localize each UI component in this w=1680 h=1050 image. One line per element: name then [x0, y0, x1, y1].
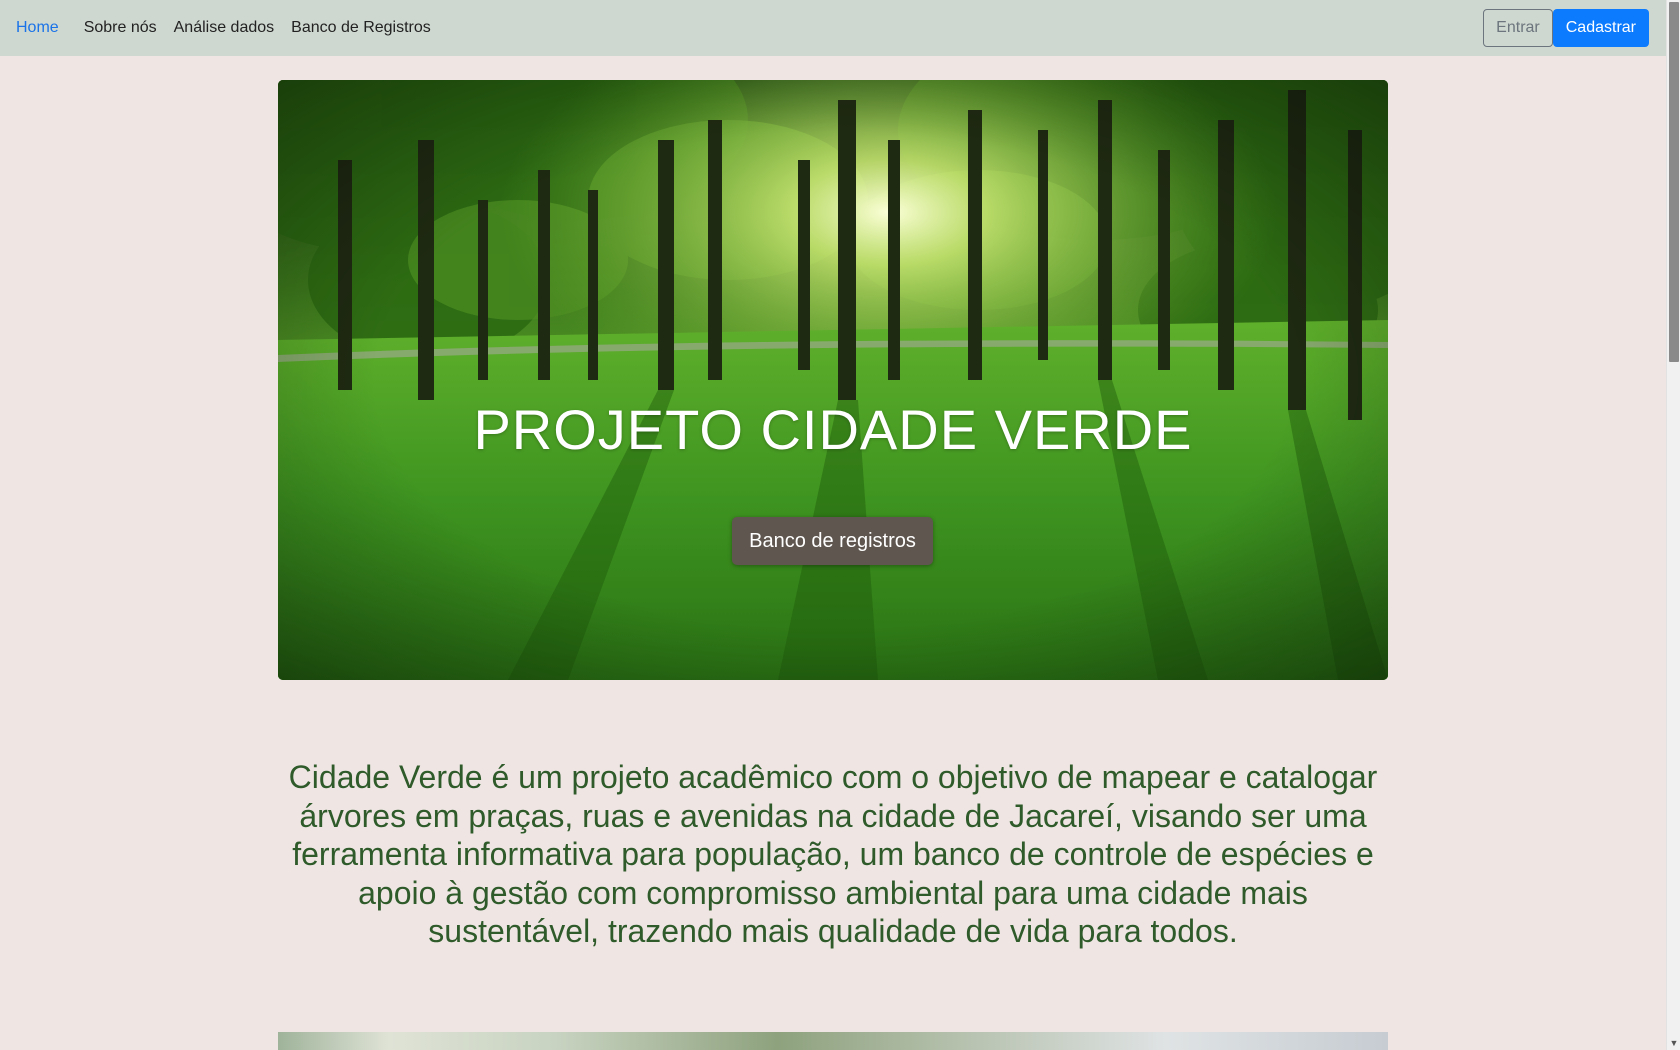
- nav-link-home[interactable]: Home: [16, 19, 59, 37]
- hero-banco-de-registros-button[interactable]: Banco de registros: [732, 517, 933, 565]
- nav-link-sobre-nos[interactable]: Sobre nós: [84, 19, 157, 37]
- hero-title: PROJETO CIDADE VERDE: [473, 398, 1193, 461]
- hero-banner: PROJETO CIDADE VERDE Banco de registros: [278, 80, 1388, 680]
- vertical-scrollbar[interactable]: ▼: [1666, 0, 1680, 1050]
- project-description: Cidade Verde é um projeto acadêmico com …: [288, 759, 1378, 949]
- top-navbar: Home Sobre nós Análise dados Banco de Re…: [0, 0, 1666, 56]
- scroll-down-arrow-icon[interactable]: ▼: [1667, 1038, 1680, 1048]
- nav-link-analise-dados[interactable]: Análise dados: [174, 19, 275, 37]
- login-button[interactable]: Entrar: [1483, 9, 1553, 47]
- scrollbar-thumb[interactable]: [1669, 2, 1679, 362]
- page: Home Sobre nós Análise dados Banco de Re…: [0, 0, 1680, 1050]
- nav-link-banco-de-registros[interactable]: Banco de Registros: [291, 19, 431, 37]
- hero-park-image: [278, 80, 1388, 680]
- nav-links: Home Sobre nós Análise dados Banco de Re…: [16, 19, 448, 37]
- signup-button[interactable]: Cadastrar: [1552, 9, 1649, 47]
- secondary-image: [278, 1032, 1388, 1050]
